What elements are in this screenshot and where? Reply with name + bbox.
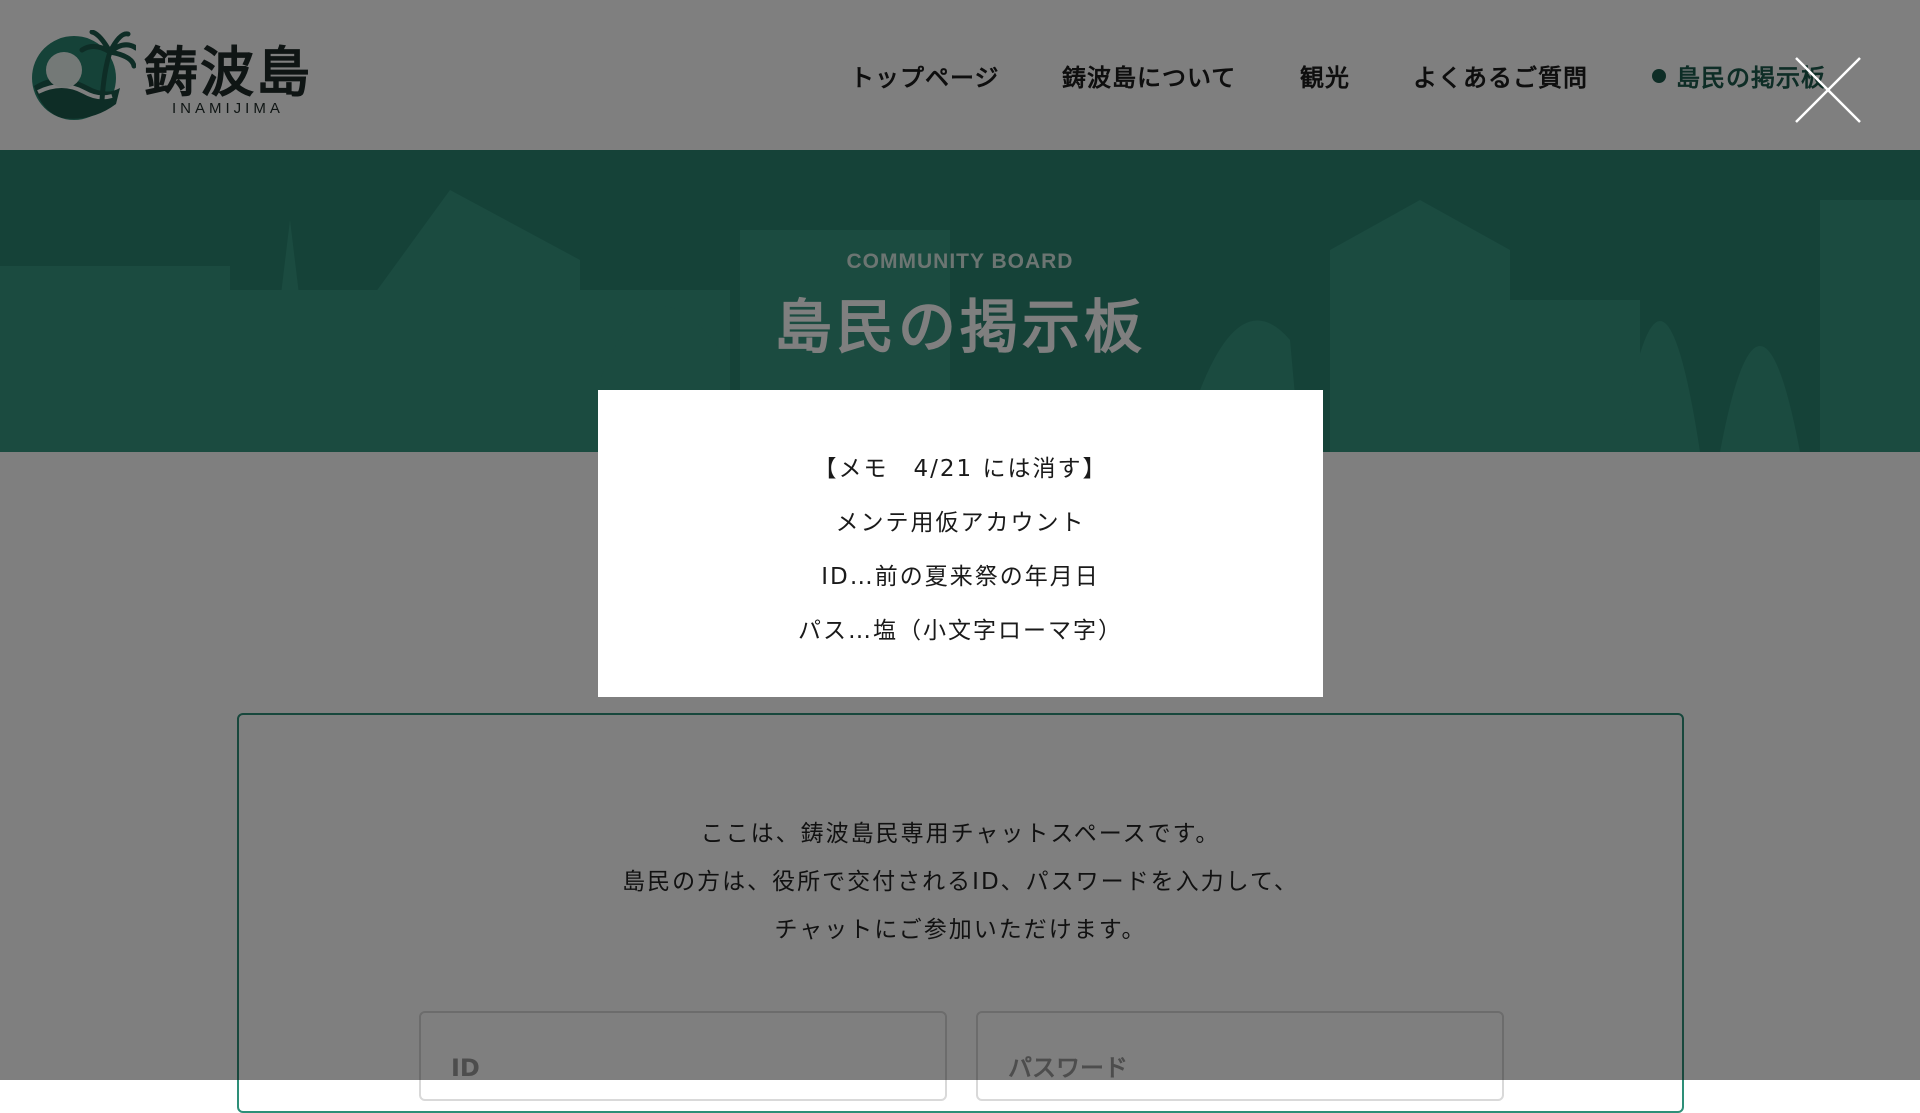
modal-overlay[interactable]: 【メモ 4/21 には消す】 メンテ用仮アカウント ID…前の夏来祭の年月日 パ… bbox=[0, 0, 1920, 1080]
memo-line: メンテ用仮アカウント bbox=[835, 510, 1086, 536]
memo-line: パス…塩（小文字ローマ字） bbox=[798, 618, 1123, 644]
close-icon bbox=[1795, 57, 1861, 123]
memo-text: 【メモ 4/21 には消す】 メンテ用仮アカウント ID…前の夏来祭の年月日 パ… bbox=[598, 442, 1323, 658]
close-button[interactable] bbox=[1794, 56, 1862, 124]
memo-line: 【メモ 4/21 には消す】 bbox=[813, 456, 1108, 482]
memo-line: ID…前の夏来祭の年月日 bbox=[821, 564, 1100, 590]
memo-modal: 【メモ 4/21 には消す】 メンテ用仮アカウント ID…前の夏来祭の年月日 パ… bbox=[598, 390, 1323, 697]
